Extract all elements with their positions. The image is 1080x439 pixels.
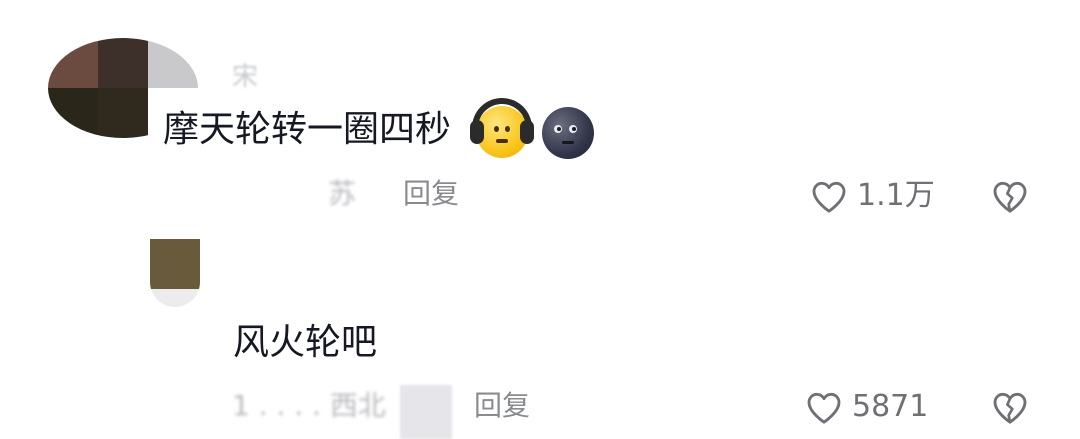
redaction-block — [400, 385, 452, 439]
heart-outline-icon[interactable] — [804, 388, 844, 428]
avatar-pixel — [150, 289, 200, 307]
headphone-face-emoji — [470, 98, 534, 158]
avatar-pixel — [98, 88, 148, 138]
reply-button[interactable]: 回复 — [403, 180, 459, 208]
heart-outline-icon[interactable] — [809, 177, 849, 217]
avatar-pixel — [148, 38, 198, 88]
broken-heart-icon[interactable] — [990, 388, 1030, 428]
avatar-pixel — [48, 88, 98, 138]
new-moon-face-emoji — [542, 107, 594, 159]
avatar-pixel — [98, 38, 148, 88]
avatar[interactable] — [150, 239, 200, 307]
comment-text: 摩天轮转一圈四秒 — [163, 109, 452, 150]
like-count: 1.1万 — [857, 178, 935, 213]
reply-button[interactable]: 回复 — [474, 392, 530, 420]
comment-meta: 1 . . . . 西北 — [232, 389, 386, 422]
comment-meta: 苏 — [328, 177, 357, 210]
comment-text: 风火轮吧 — [233, 322, 378, 363]
username[interactable]: 宋 — [232, 56, 258, 93]
broken-heart-icon[interactable] — [990, 177, 1030, 217]
like-count: 5871 — [852, 389, 929, 424]
avatar-pixel — [48, 38, 98, 88]
avatar-pixel — [150, 239, 200, 289]
